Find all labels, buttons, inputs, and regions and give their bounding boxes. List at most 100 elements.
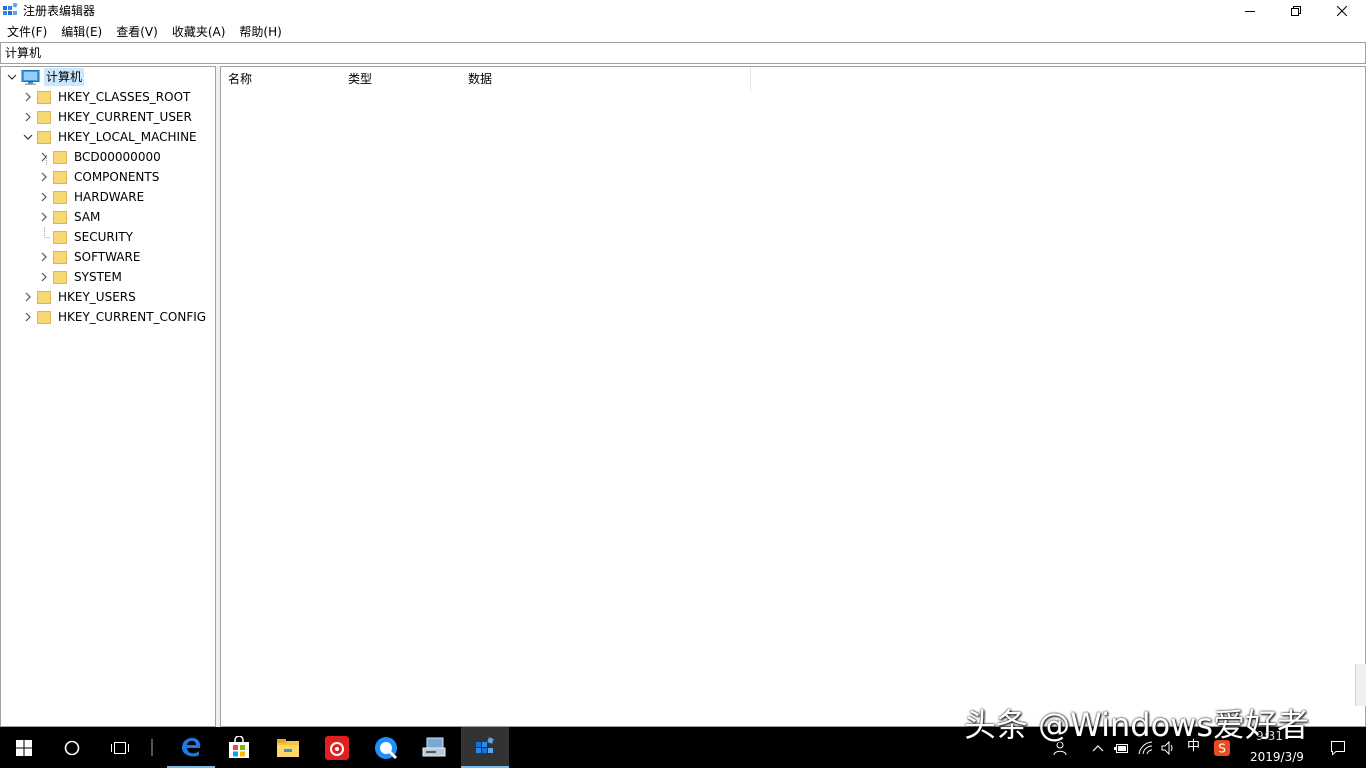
chevron-right-icon[interactable] [38, 147, 50, 167]
taskbar-app-file-explorer[interactable] [264, 727, 312, 768]
regedit-icon [476, 736, 494, 753]
scrollbar[interactable] [1355, 664, 1366, 706]
clock-date[interactable]: 2019/3/9 [1250, 750, 1304, 764]
minimize-button[interactable] [1227, 0, 1273, 22]
tree-item-sam[interactable]: SAM [38, 207, 102, 227]
tree-item-label: SECURITY [74, 230, 133, 244]
regedit-app-icon[interactable] [3, 3, 18, 18]
tree-connector-icon [38, 227, 50, 247]
folder-icon [37, 291, 51, 304]
menu-file[interactable]: 文件(F) [0, 22, 54, 42]
tree-item-bcd00000000[interactable]: BCD00000000 [38, 147, 163, 167]
taskbar-app-store[interactable] [215, 727, 263, 768]
taskbar-app-edge[interactable] [167, 727, 215, 768]
tree-item-label: HKEY_CURRENT_CONFIG [58, 310, 207, 324]
file-explorer-icon [277, 738, 299, 757]
tree-item-hkey-current-user[interactable]: HKEY_CURRENT_USER [22, 107, 194, 127]
title-bar: 注册表编辑器 [0, 0, 1366, 22]
tree-item-software[interactable]: SOFTWARE [38, 247, 142, 267]
qq-browser-icon [375, 736, 398, 759]
tree-item-hkey-users[interactable]: HKEY_USERS [22, 287, 138, 307]
task-view-button[interactable] [96, 727, 144, 768]
tree-item-hkey-local-machine[interactable]: HKEY_LOCAL_MACHINE [22, 127, 199, 147]
netease-music-icon [325, 735, 349, 760]
tree-item-security[interactable]: SECURITY [38, 227, 135, 247]
taskbar-separator [151, 739, 153, 756]
start-button[interactable] [0, 727, 48, 768]
menu-help[interactable]: 帮助(H) [232, 22, 288, 42]
tree-item-computer[interactable]: 计算机 [6, 67, 85, 87]
edge-icon [182, 737, 201, 756]
watermark-text: 头条 @Windows爱好者 [964, 706, 1310, 744]
tree-item-system[interactable]: SYSTEM [38, 267, 124, 287]
tree-item-hkey-current-config[interactable]: HKEY_CURRENT_CONFIG [22, 307, 208, 327]
taskbar-app-qq-browser[interactable] [362, 727, 410, 768]
action-center-button[interactable] [1318, 727, 1358, 768]
computer-icon [21, 69, 40, 85]
folder-icon [53, 271, 67, 284]
tree-item-label: HARDWARE [74, 190, 145, 204]
taskbar-app-netease-music[interactable] [313, 727, 361, 768]
chevron-right-icon[interactable] [38, 247, 50, 267]
menu-bar: 文件(F) 编辑(E) 查看(V) 收藏夹(A) 帮助(H) [0, 22, 1366, 42]
chevron-down-icon[interactable] [22, 127, 34, 147]
menu-view[interactable]: 查看(V) [109, 22, 165, 42]
folder-icon [53, 231, 67, 244]
chevron-down-icon[interactable] [6, 67, 18, 87]
chevron-right-icon[interactable] [38, 267, 50, 287]
chevron-right-icon[interactable] [22, 107, 34, 127]
close-button[interactable] [1319, 0, 1365, 22]
tree-item-components[interactable]: COMPONENTS [38, 167, 161, 187]
chevron-right-icon[interactable] [22, 287, 34, 307]
chevron-right-icon[interactable] [22, 87, 34, 107]
tree-item-label: HKEY_USERS [58, 290, 136, 304]
notification-icon [1331, 740, 1345, 756]
tree-item-label: HKEY_CLASSES_ROOT [58, 90, 191, 104]
task-view-icon [111, 741, 129, 754]
folder-icon [53, 151, 67, 164]
folder-icon [37, 131, 51, 144]
key-tree-pane[interactable]: 计算机 HKEY_CLASSES_ROOT HKEY_CURRENT_USER … [0, 66, 216, 727]
taskbar-app-network-tool[interactable] [410, 727, 458, 768]
menu-edit[interactable]: 编辑(E) [54, 22, 109, 42]
folder-icon [53, 251, 67, 264]
tree-item-hkey-classes-root[interactable]: HKEY_CLASSES_ROOT [22, 87, 192, 107]
chevron-right-icon[interactable] [38, 207, 50, 227]
value-list-pane[interactable]: 名称 类型 数据 [220, 66, 1366, 727]
start-icon [16, 739, 32, 756]
address-path: 计算机 [5, 46, 42, 60]
folder-icon [37, 111, 51, 124]
tree-item-label: COMPONENTS [74, 170, 160, 184]
cortana-icon [64, 740, 80, 755]
folder-icon [37, 311, 51, 324]
tree-item-label: SYSTEM [74, 270, 122, 284]
chevron-right-icon[interactable] [22, 307, 34, 327]
tree-item-hardware[interactable]: HARDWARE [38, 187, 146, 207]
tree-item-label: SOFTWARE [74, 250, 141, 264]
chevron-right-icon[interactable] [38, 167, 50, 187]
folder-icon [53, 211, 67, 224]
store-icon [229, 735, 249, 758]
cortana-button[interactable] [48, 727, 96, 768]
chevron-right-icon[interactable] [38, 187, 50, 207]
tree-item-label: HKEY_CURRENT_USER [58, 110, 192, 124]
tree-item-label: 计算机 [44, 68, 85, 86]
folder-icon [37, 91, 51, 104]
menu-favorites[interactable]: 收藏夹(A) [165, 22, 233, 42]
tree-item-label: HKEY_LOCAL_MACHINE [58, 130, 197, 144]
restore-button[interactable] [1273, 0, 1319, 22]
folder-icon [53, 191, 67, 204]
tree-item-label: BCD00000000 [74, 150, 161, 164]
column-header-name[interactable]: 名称 [221, 67, 343, 91]
window-title: 注册表编辑器 [23, 4, 96, 18]
column-header-data[interactable]: 数据 [461, 67, 751, 91]
close-icon [1337, 6, 1347, 16]
tree-item-label: SAM [74, 210, 101, 224]
address-bar[interactable]: 计算机 [0, 42, 1366, 64]
taskbar-app-regedit[interactable] [461, 727, 509, 768]
minimize-icon [1245, 11, 1255, 12]
folder-icon [53, 171, 67, 184]
network-tool-icon [422, 737, 446, 756]
column-header-type[interactable]: 类型 [341, 67, 462, 91]
restore-icon [1291, 6, 1301, 16]
